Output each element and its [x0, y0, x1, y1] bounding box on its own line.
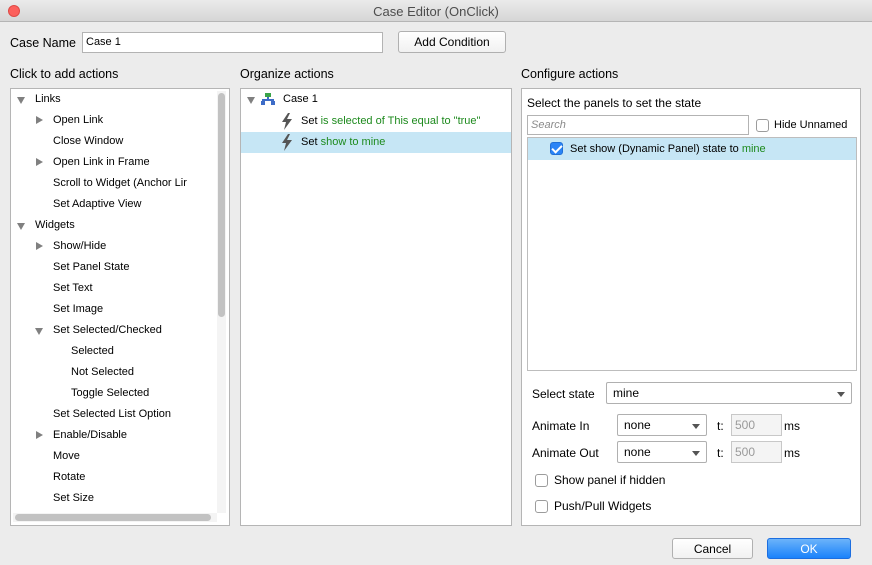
tree-item-close-window[interactable]: Close Window	[53, 135, 123, 147]
panel-row-text: Set show (Dynamic Panel) state to	[570, 143, 739, 155]
title-bar: Case Editor (OnClick)	[0, 0, 872, 22]
action-row[interactable]: Set is selected of This equal to "true"	[241, 111, 511, 132]
panels-subtitle: Select the panels to set the state	[527, 96, 702, 110]
action-row-selected[interactable]: Set show to mine	[241, 132, 511, 153]
t-label: t:	[717, 419, 724, 433]
ok-button[interactable]: OK	[767, 538, 851, 559]
tree-item-show-hide[interactable]: Show/Hide	[53, 240, 106, 252]
case-icon	[261, 93, 275, 105]
case-name-input[interactable]: Case 1	[82, 32, 383, 53]
tree-item-open-link-frame[interactable]: Open Link in Frame	[53, 156, 150, 168]
tree-item-set-selected-checked[interactable]: Set Selected/Checked	[53, 324, 162, 336]
panel-row-checkbox[interactable]	[550, 142, 563, 155]
tree-item-widgets[interactable]: Widgets	[35, 219, 75, 231]
animate-out-dropdown[interactable]: none	[617, 441, 707, 463]
case-label[interactable]: Case 1	[283, 93, 318, 105]
select-state-value: mine	[613, 386, 640, 400]
action-detail: show to mine	[320, 136, 386, 148]
hide-unnamed-label: Hide Unnamed	[774, 119, 848, 131]
tree-item-toggle-selected[interactable]: Toggle Selected	[71, 387, 149, 399]
tree-item-move[interactable]: Move	[53, 450, 80, 462]
tree-item-set-text[interactable]: Set Text	[53, 282, 93, 294]
chevron-down-icon	[837, 392, 845, 397]
ms-label: ms	[784, 419, 800, 433]
expand-widgets-icon[interactable]	[17, 223, 25, 230]
show-if-hidden-label: Show panel if hidden	[554, 473, 666, 487]
select-state-dropdown[interactable]: mine	[606, 382, 852, 404]
tree-item-set-adaptive-view[interactable]: Set Adaptive View	[53, 198, 141, 210]
vertical-scrollbar-track[interactable]	[217, 91, 226, 513]
tree-item-links[interactable]: Links	[35, 93, 61, 105]
vertical-scrollbar-thumb[interactable]	[218, 93, 225, 317]
show-if-hidden-checkbox[interactable]	[535, 474, 548, 487]
panel-list: Set show (Dynamic Panel) state to mine	[527, 137, 857, 371]
action-detail: is selected of This equal to "true"	[320, 115, 481, 127]
organize-actions-panel: Case 1 Set is selected of This equal to …	[240, 88, 512, 526]
animate-in-label: Animate In	[532, 419, 590, 433]
lightning-icon	[282, 134, 292, 151]
tree-item-rotate[interactable]: Rotate	[53, 471, 85, 483]
chevron-down-icon	[692, 451, 700, 456]
animate-out-value: none	[624, 445, 651, 459]
tree-item-not-selected[interactable]: Not Selected	[71, 366, 134, 378]
panel-row-state: mine	[741, 143, 766, 155]
action-prefix: Set	[301, 136, 318, 148]
horizontal-scrollbar-track[interactable]	[13, 513, 217, 522]
chevron-down-icon	[692, 424, 700, 429]
right-section-title: Configure actions	[521, 67, 619, 81]
tree-item-set-selected-list-option[interactable]: Set Selected List Option	[53, 408, 171, 420]
tree-item-scroll-to-widget[interactable]: Scroll to Widget (Anchor Lir	[53, 177, 187, 189]
horizontal-scrollbar-thumb[interactable]	[15, 514, 211, 521]
expand-links-icon[interactable]	[17, 97, 25, 104]
t-label: t:	[717, 446, 724, 460]
animate-in-duration[interactable]: 500	[731, 414, 782, 436]
animate-out-label: Animate Out	[532, 446, 599, 460]
hide-unnamed-checkbox[interactable]	[756, 119, 769, 132]
expand-open-link-icon[interactable]	[36, 116, 43, 124]
expand-case-icon[interactable]	[247, 97, 255, 104]
actions-tree-panel: Links Open Link Close Window Open Link i…	[10, 88, 230, 526]
cancel-button[interactable]: Cancel	[672, 538, 753, 559]
add-condition-button[interactable]: Add Condition	[398, 31, 506, 53]
tree-item-open-link[interactable]: Open Link	[53, 114, 103, 126]
case-name-label: Case Name	[10, 36, 76, 50]
push-pull-checkbox[interactable]	[535, 500, 548, 513]
search-input[interactable]: Search	[527, 115, 749, 135]
window-title: Case Editor (OnClick)	[373, 4, 499, 19]
tree-item-selected[interactable]: Selected	[71, 345, 114, 357]
left-section-title: Click to add actions	[10, 67, 119, 81]
expand-show-hide-icon[interactable]	[36, 242, 43, 250]
expand-enable-disable-icon[interactable]	[36, 431, 43, 439]
animate-in-dropdown[interactable]: none	[617, 414, 707, 436]
tree-item-set-size[interactable]: Set Size	[53, 492, 94, 504]
tree-item-set-panel-state[interactable]: Set Panel State	[53, 261, 129, 273]
expand-set-selected-icon[interactable]	[35, 328, 43, 335]
middle-section-title: Organize actions	[240, 67, 334, 81]
select-state-label: Select state	[532, 387, 595, 401]
tree-item-set-image[interactable]: Set Image	[53, 303, 103, 315]
animate-in-value: none	[624, 418, 651, 432]
expand-open-link-frame-icon[interactable]	[36, 158, 43, 166]
push-pull-label: Push/Pull Widgets	[554, 499, 652, 513]
configure-actions-panel: Select the panels to set the state Searc…	[521, 88, 861, 526]
panel-row[interactable]: Set show (Dynamic Panel) state to mine	[528, 138, 856, 160]
tree-item-enable-disable[interactable]: Enable/Disable	[53, 429, 127, 441]
ms-label: ms	[784, 446, 800, 460]
lightning-icon	[282, 113, 292, 130]
action-prefix: Set	[301, 115, 318, 127]
animate-out-duration[interactable]: 500	[731, 441, 782, 463]
